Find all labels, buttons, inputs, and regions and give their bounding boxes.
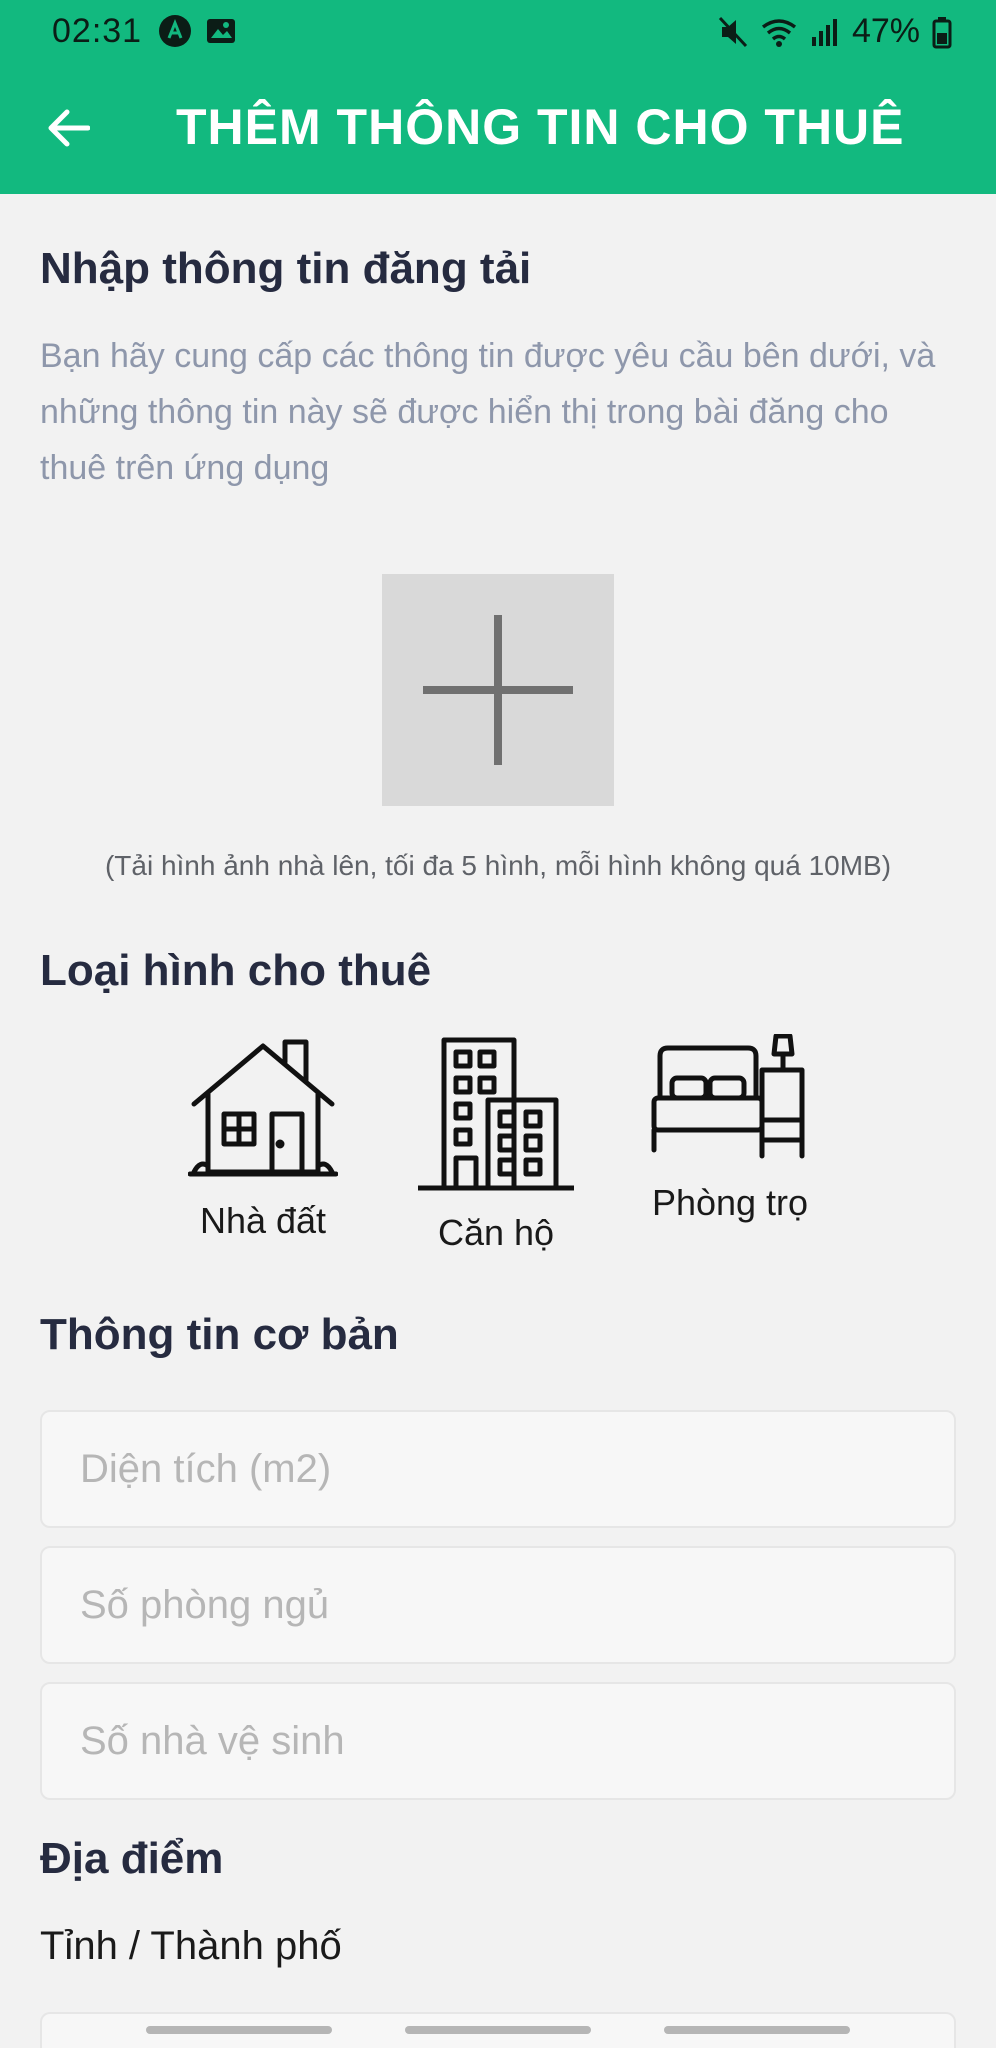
rental-type-room[interactable]: Phòng trọ bbox=[650, 1034, 810, 1224]
app-notification-icon bbox=[159, 15, 191, 47]
house-icon bbox=[188, 1039, 338, 1177]
rental-type-title: Loại hình cho thuê bbox=[40, 946, 432, 995]
system-nav-bar bbox=[0, 2010, 996, 2048]
apartment-building-icon bbox=[418, 1037, 574, 1191]
basic-info-title: Thông tin cơ bản bbox=[40, 1310, 399, 1359]
image-upload-button[interactable] bbox=[382, 574, 614, 806]
nav-home-button[interactable] bbox=[405, 2026, 591, 2034]
nav-recent-button[interactable] bbox=[146, 2026, 332, 2034]
header: 02:31 47% THÊM THÔNG TIN CHO THUÊ bbox=[0, 0, 996, 194]
status-right: 47% bbox=[718, 12, 952, 51]
arrow-left-icon bbox=[48, 109, 90, 147]
status-bar: 02:31 47% bbox=[0, 0, 996, 62]
back-button[interactable] bbox=[38, 98, 98, 158]
status-time: 02:31 bbox=[52, 12, 143, 50]
rental-type-house[interactable]: Nhà đất bbox=[188, 1034, 338, 1242]
app-bar: THÊM THÔNG TIN CHO THUÊ bbox=[0, 62, 996, 194]
rental-type-apartment-label: Căn hộ bbox=[437, 1212, 555, 1253]
area-field[interactable]: Diện tích (m2) bbox=[40, 1410, 956, 1528]
plus-icon bbox=[423, 615, 573, 765]
wifi-icon bbox=[761, 18, 796, 47]
rental-type-room-label: Phòng trọ bbox=[651, 1182, 809, 1223]
rental-type-house-label: Nhà đất bbox=[199, 1200, 327, 1241]
image-notification-icon bbox=[207, 19, 235, 43]
rental-type-apartment[interactable]: Căn hộ bbox=[416, 1034, 576, 1254]
upload-hint: (Tải hình ảnh nhà lên, tối đa 5 hình, mỗ… bbox=[104, 850, 892, 881]
location-title: Địa điểm bbox=[40, 1834, 224, 1883]
signal-icon bbox=[811, 18, 837, 46]
status-notification-icons bbox=[158, 14, 238, 48]
intro-description: Bạn hãy cung cấp các thông tin được yêu … bbox=[40, 337, 936, 487]
bathrooms-field[interactable]: Số nhà vệ sinh bbox=[40, 1682, 956, 1800]
nav-back-button[interactable] bbox=[664, 2026, 850, 2034]
province-label: Tỉnh / Thành phố bbox=[40, 1924, 342, 1968]
intro-title: Nhập thông tin đăng tải bbox=[40, 244, 532, 293]
battery-icon bbox=[932, 16, 952, 48]
rental-type-options: Nhà đất Căn hộ Phòng trọ bbox=[40, 1034, 956, 1264]
page-title: THÊM THÔNG TIN CHO THUÊ bbox=[176, 99, 905, 155]
battery-percent: 47% bbox=[851, 12, 920, 50]
mute-icon bbox=[718, 16, 748, 47]
bedroom-icon bbox=[651, 1034, 805, 1159]
bedrooms-field[interactable]: Số phòng ngủ bbox=[40, 1546, 956, 1664]
